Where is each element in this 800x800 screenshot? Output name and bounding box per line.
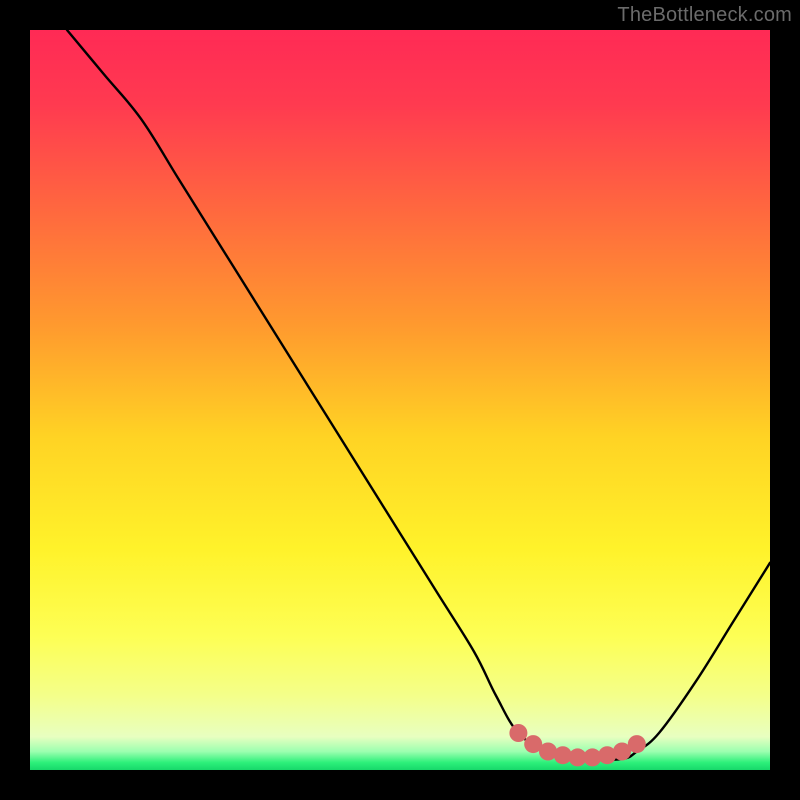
curve-layer (30, 30, 770, 770)
plot-area (30, 30, 770, 770)
optimum-marker (509, 724, 527, 742)
optimum-markers (509, 724, 645, 766)
watermark-text: TheBottleneck.com (617, 4, 792, 27)
optimum-marker (628, 735, 646, 753)
bottleneck-curve (67, 30, 770, 760)
chart-container: TheBottleneck.com (0, 0, 800, 800)
